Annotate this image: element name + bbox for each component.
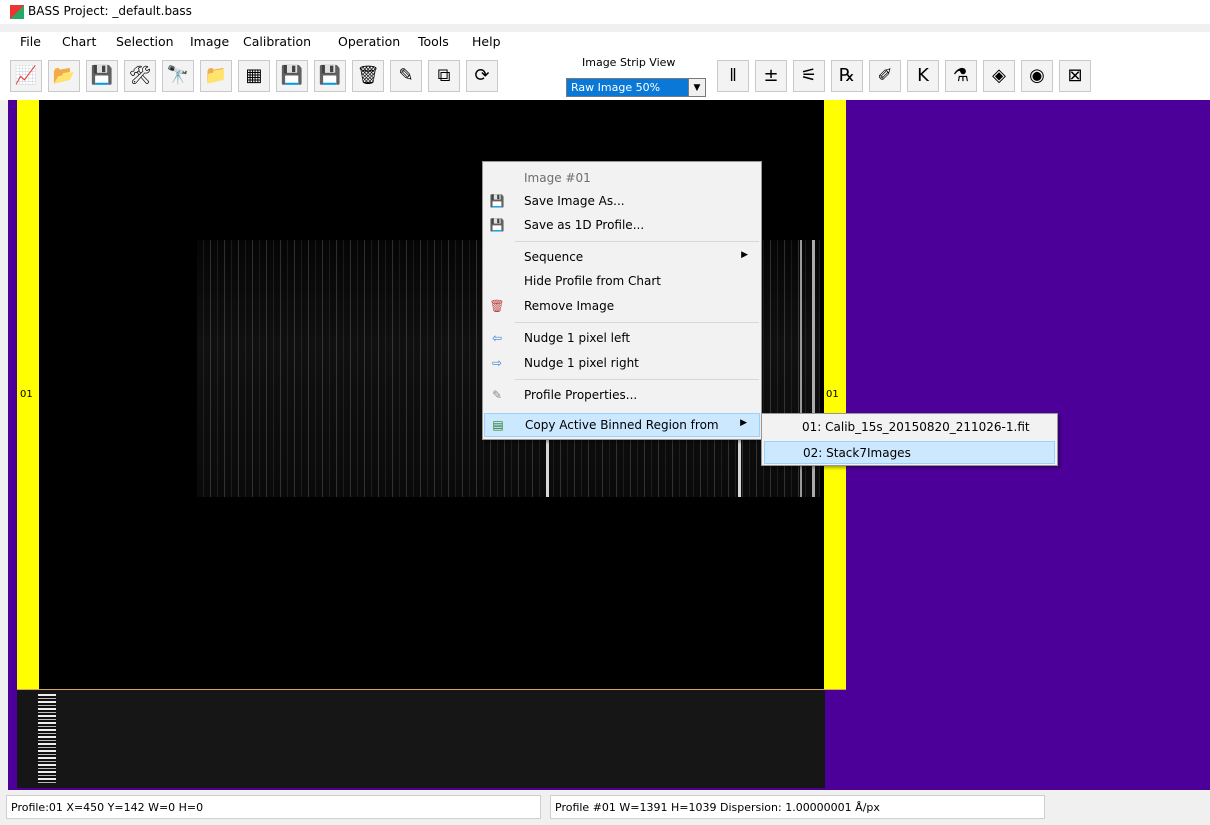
pen-chart-icon-glyph: ✐ [877, 65, 893, 86]
new-chart-icon[interactable]: 📈 [10, 60, 42, 92]
ctx-nudge-right[interactable]: ⇨ Nudge 1 pixel right [484, 352, 760, 374]
ctx-image-header: Image #01 [524, 171, 591, 185]
tools-icon-glyph: 🛠 [128, 65, 152, 86]
ctx-nudge-left[interactable]: ⇦ Nudge 1 pixel left [484, 327, 760, 349]
submenu-item-calib[interactable]: 01: Calib_15s_20150820_211026-1.fit [764, 416, 1055, 439]
ctx-hide-profile[interactable]: Hide Profile from Chart [484, 270, 760, 292]
open-chart-icon-glyph: 📂 [52, 65, 76, 86]
crop-profile-icon[interactable]: ⧉ [428, 60, 460, 92]
numbered-profile-icon[interactable]: 𝍪 [717, 60, 749, 92]
save-chart-icon[interactable]: 💾 [86, 60, 118, 92]
open-folder-icon-glyph: 📁 [204, 65, 228, 86]
menu-calibration[interactable]: Calibration [243, 34, 311, 49]
binned-region-icon: ▤ [492, 418, 504, 432]
image-context-menu: Image #01 💾 Save Image As... 💾 Save as 1… [482, 161, 762, 440]
wand-icon-glyph: ✎ [398, 65, 414, 86]
k-profile-icon[interactable]: K [907, 60, 939, 92]
submenu-arrow-icon: ▶ [741, 250, 748, 260]
binoculars-icon-glyph: 🔭 [166, 65, 190, 86]
ctx-remove-image[interactable]: 🗑 Remove Image [484, 295, 760, 317]
save-1d-icon[interactable]: 💾 [314, 60, 346, 92]
right-strip-label: 01 [826, 389, 839, 400]
ctx-save-1d-profile[interactable]: 💾 Save as 1D Profile... [484, 214, 760, 236]
camera-strip-icon-glyph: ▦ [245, 65, 263, 86]
save-1d-icon-glyph: 💾 [318, 65, 342, 86]
tools-icon[interactable]: 🛠 [124, 60, 156, 92]
flask-icon-glyph: ⚗ [952, 65, 970, 86]
menu-image[interactable]: Image [190, 34, 229, 49]
compass-icon[interactable]: ⚟ [793, 60, 825, 92]
excel-export-icon-glyph: ⊠ [1067, 65, 1083, 86]
menu-chart[interactable]: Chart [62, 34, 96, 49]
flask-icon[interactable]: ⚗ [945, 60, 977, 92]
separator [515, 241, 759, 242]
delete-icon-glyph: 🗑 [356, 65, 380, 86]
submenu-arrow-icon: ▶ [740, 418, 747, 428]
save-icon: 💾 [489, 194, 505, 208]
save-1d-icon: 💾 [489, 218, 505, 232]
menu-help[interactable]: Help [472, 34, 501, 49]
strip-view-value: Raw Image 50% [571, 81, 661, 94]
math-operations-icon[interactable]: ± [755, 60, 787, 92]
ctx-copy-binned-region[interactable]: ▤ Copy Active Binned Region from ▶ [484, 413, 760, 437]
ctx-profile-properties[interactable]: ✎ Profile Properties... [484, 384, 760, 406]
camera-strip-icon[interactable]: ▦ [238, 60, 270, 92]
wand-icon[interactable]: ✎ [390, 60, 422, 92]
save-icon[interactable]: 💾 [276, 60, 308, 92]
copy-region-submenu: 01: Calib_15s_20150820_211026-1.fit 02: … [761, 413, 1058, 466]
numbered-profile-icon-glyph: 𝍪 [729, 65, 737, 86]
open-folder-icon[interactable]: 📁 [200, 60, 232, 92]
k-profile-icon-glyph: K [917, 65, 929, 86]
trash-icon: 🗑 [489, 299, 505, 313]
chevron-down-icon[interactable]: ▼ [688, 79, 705, 96]
open-chart-icon[interactable]: 📂 [48, 60, 80, 92]
reference-profile-icon-glyph: ℞ [838, 65, 856, 86]
image-strip-panel[interactable] [17, 690, 825, 788]
new-chart-icon-glyph: 📈 [14, 65, 38, 86]
menu-file[interactable]: File [20, 34, 41, 49]
wand-icon: ✎ [491, 388, 503, 402]
ctx-sequence[interactable]: Sequence ▶ [484, 246, 760, 268]
menu-operation[interactable]: Operation [338, 34, 400, 49]
arrow-left-icon: ⇦ [491, 331, 503, 345]
film-reel-icon-glyph: ◉ [1029, 65, 1045, 86]
status-cursor-info: Profile:01 X=450 Y=142 W=0 H=0 [6, 795, 541, 819]
refresh-icon[interactable]: ⟳ [466, 60, 498, 92]
ctx-save-image-as[interactable]: 💾 Save Image As... [484, 190, 760, 212]
separator [515, 322, 759, 323]
label-icon-glyph: ◈ [992, 65, 1006, 86]
pen-chart-icon[interactable]: ✐ [869, 60, 901, 92]
arrow-right-icon: ⇨ [491, 356, 503, 370]
excel-export-icon[interactable]: ⊠ [1059, 60, 1091, 92]
submenu-item-stack7[interactable]: 02: Stack7Images [764, 441, 1055, 464]
menu-bar: File Chart Selection Image Calibration O… [0, 32, 1210, 52]
menu-tools[interactable]: Tools [418, 34, 449, 49]
math-operations-icon-glyph: ± [763, 65, 779, 86]
delete-icon[interactable]: 🗑 [352, 60, 384, 92]
save-chart-icon-glyph: 💾 [90, 65, 114, 86]
compass-icon-glyph: ⚟ [800, 65, 818, 86]
separator [515, 379, 759, 380]
reference-profile-icon[interactable]: ℞ [831, 60, 863, 92]
crop-profile-icon-glyph: ⧉ [437, 65, 451, 86]
save-icon-glyph: 💾 [280, 65, 304, 86]
refresh-icon-glyph: ⟳ [474, 65, 490, 86]
image-strip-view-label: Image Strip View [582, 56, 676, 69]
app-icon [10, 5, 24, 19]
binoculars-icon[interactable]: 🔭 [162, 60, 194, 92]
status-bar: Profile:01 X=450 Y=142 W=0 H=0 Profile #… [0, 790, 1210, 825]
label-icon[interactable]: ◈ [983, 60, 1015, 92]
left-strip-label: 01 [20, 389, 33, 400]
strip-thumbnail[interactable] [38, 694, 56, 784]
window-title: BASS Project: _default.bass [28, 4, 192, 18]
menu-selection[interactable]: Selection [116, 34, 174, 49]
title-bar: BASS Project: _default.bass [0, 0, 1210, 24]
status-profile-info: Profile #01 W=1391 H=1039 Dispersion: 1.… [550, 795, 1045, 819]
film-reel-icon[interactable]: ◉ [1021, 60, 1053, 92]
image-strip-view-select[interactable]: Raw Image 50% ▼ [566, 78, 706, 97]
